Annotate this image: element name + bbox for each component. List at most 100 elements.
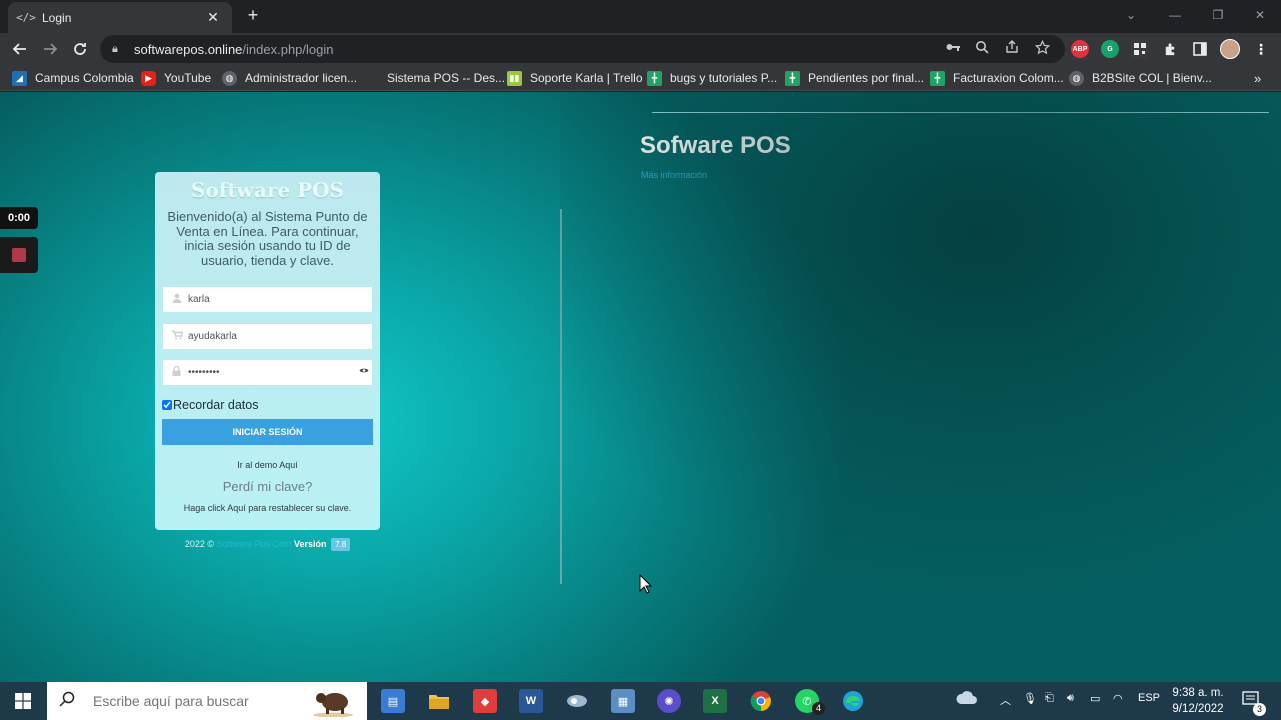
- stop-icon: [12, 248, 26, 262]
- share-icon[interactable]: [1003, 38, 1021, 56]
- tab-search-icon[interactable]: ⌄: [1109, 0, 1153, 30]
- login-footer: 2022 © Software Pos Com Versión 7.8: [155, 538, 380, 551]
- lock-icon: [172, 365, 184, 379]
- start-button[interactable]: [0, 682, 46, 720]
- microphone-icon[interactable]: 🎙︎: [1023, 692, 1037, 705]
- password-field[interactable]: [163, 360, 372, 385]
- yak-illustration-icon: [311, 685, 355, 718]
- url-path: /index.php/login: [242, 41, 334, 57]
- notification-count-badge: 3: [1253, 703, 1266, 716]
- version-badge: 7.8: [331, 538, 351, 551]
- taskbar-clock[interactable]: 9:38 a. m. 9/12/2022: [1166, 685, 1230, 717]
- show-hidden-icons-chevron-icon[interactable]: ︿: [1000, 692, 1011, 708]
- bookmark-trello[interactable]: ▮▮ Soporte Karla | Trello: [507, 70, 643, 86]
- forgot-password-link[interactable]: Perdí mi clave?: [155, 479, 380, 494]
- reset-password-link[interactable]: Haga click Aquí para restablecer su clav…: [155, 503, 380, 513]
- whatsapp-badge: 4: [812, 702, 825, 715]
- volume-icon[interactable]: 🔊︎: [1067, 692, 1074, 705]
- file-explorer-icon[interactable]: [427, 689, 451, 713]
- zoom-icon[interactable]: [973, 38, 991, 56]
- minimize-button[interactable]: —: [1153, 0, 1197, 30]
- arrow-left-icon: [12, 43, 26, 55]
- bookmark-pendientes[interactable]: ╋ Pendientes por final...: [785, 70, 924, 86]
- new-tab-button[interactable]: +: [243, 6, 263, 26]
- reload-icon: [74, 43, 86, 55]
- profile-avatar[interactable]: [1220, 39, 1240, 59]
- more-info-link[interactable]: Más información: [641, 170, 707, 180]
- bookmark-facturaxion[interactable]: ╋ Facturaxion Colom...: [930, 70, 1064, 86]
- youtube-icon: ▶: [141, 70, 156, 86]
- edge-icon[interactable]: [841, 689, 865, 713]
- word-icon[interactable]: W: [519, 689, 543, 713]
- key-icon[interactable]: [944, 38, 962, 56]
- battery-icon[interactable]: ▭: [1090, 692, 1100, 705]
- close-tab-icon[interactable]: ✕: [204, 9, 222, 26]
- taskbar-search[interactable]: [47, 682, 367, 720]
- bookmark-bugs[interactable]: ╋ bugs y tutoriales P...: [647, 70, 777, 86]
- bookmarks-bar: ◢ Campus Colombia ▶ YouTube ◍ Administrador…: [0, 65, 1281, 91]
- onedrive-cloud-icon[interactable]: [955, 691, 979, 705]
- grammarly-extension-icon[interactable]: G: [1101, 40, 1119, 58]
- login-button[interactable]: INICIAR SESIÓN: [162, 419, 373, 445]
- close-window-button[interactable]: ✕: [1238, 0, 1281, 30]
- qr-code-icon[interactable]: [1131, 40, 1149, 58]
- browser-tabstrip: </> Login ✕ + ⌄ — ❐ ✕: [0, 0, 1281, 33]
- taskbar-search-input[interactable]: [93, 693, 313, 709]
- more-bookmarks-icon[interactable]: »: [1254, 70, 1261, 86]
- taskview-app-icon[interactable]: ▤: [381, 689, 405, 713]
- demo-link[interactable]: Ir al demo Aquí: [155, 460, 380, 470]
- login-brand: Software POS: [191, 178, 344, 202]
- clock-date: 9/12/2022: [1172, 703, 1224, 715]
- code-icon: </>: [16, 11, 36, 24]
- blank-page-icon: [364, 71, 379, 86]
- meet-now-icon[interactable]: ⎗: [1045, 692, 1054, 705]
- remote-desktop-icon[interactable]: ▦: [611, 689, 635, 713]
- remember-checkbox-row[interactable]: Recordar datos: [162, 398, 258, 412]
- login-card: Software POS Bienvenido(a) al Sistema Pu…: [155, 172, 380, 530]
- user-input[interactable]: [188, 294, 348, 305]
- excel-icon[interactable]: X: [703, 689, 727, 713]
- lock-icon: 🔒︎: [112, 42, 118, 55]
- reload-button[interactable]: [70, 39, 90, 59]
- side-panel-icon[interactable]: [1191, 40, 1209, 58]
- password-input[interactable]: [188, 367, 348, 378]
- bookmark-sistema-pos[interactable]: Sistema POS -- Des...: [364, 70, 505, 86]
- store-input[interactable]: [188, 331, 348, 342]
- bookmark-b2bsite[interactable]: ◍ B2BSite COL | Bienv...: [1069, 70, 1212, 86]
- trello-icon: ▮▮: [507, 70, 522, 86]
- wifi-icon[interactable]: ◠: [1113, 692, 1123, 705]
- remember-checkbox[interactable]: [162, 400, 172, 410]
- bookmark-youtube[interactable]: ▶ YouTube: [141, 70, 211, 86]
- cart-icon: [172, 330, 184, 343]
- user-field[interactable]: [163, 287, 372, 312]
- globe-icon: ◍: [1069, 70, 1084, 86]
- show-password-eye-icon[interactable]: [359, 366, 369, 377]
- adblock-extension-icon[interactable]: ABP: [1071, 40, 1089, 58]
- forward-button[interactable]: [40, 39, 60, 59]
- tab-title: Login: [42, 10, 72, 25]
- url-host: softwarepos.online: [134, 41, 243, 57]
- chrome-icon[interactable]: [749, 689, 773, 713]
- anydesk-icon[interactable]: ◆: [473, 689, 497, 713]
- mouse-cursor-icon: [639, 574, 653, 594]
- language-indicator[interactable]: ESP: [1138, 692, 1160, 704]
- sheets-icon: ╋: [930, 70, 945, 86]
- sheets-icon: ╋: [785, 70, 800, 86]
- bookmark-administrador[interactable]: ◍ Administrador licen...: [222, 70, 357, 86]
- welcome-text: Bienvenido(a) al Sistema Punto de Venta …: [167, 209, 368, 268]
- address-bar[interactable]: 🔒︎ softwarepos.online/index.php/login: [100, 35, 1065, 63]
- restore-button[interactable]: ❐: [1196, 0, 1240, 30]
- globe-icon: ◍: [222, 70, 237, 86]
- footer-version-label: Versión: [294, 539, 327, 549]
- settings-gear-app-icon[interactable]: ✺: [657, 689, 681, 713]
- snipping-tool-icon[interactable]: [565, 689, 589, 713]
- menu-kebab-icon[interactable]: ⋮: [1252, 40, 1270, 58]
- stop-recording-button[interactable]: [0, 237, 38, 273]
- footer-brand-link[interactable]: Software Pos Com: [216, 539, 291, 549]
- extensions-puzzle-icon[interactable]: [1161, 40, 1179, 58]
- tab-login[interactable]: </> Login ✕: [8, 2, 232, 33]
- back-button[interactable]: [10, 39, 30, 59]
- store-field[interactable]: [163, 324, 372, 349]
- bookmark-campus-colombia[interactable]: ◢ Campus Colombia: [12, 70, 134, 86]
- bookmark-star-icon[interactable]: [1033, 38, 1051, 56]
